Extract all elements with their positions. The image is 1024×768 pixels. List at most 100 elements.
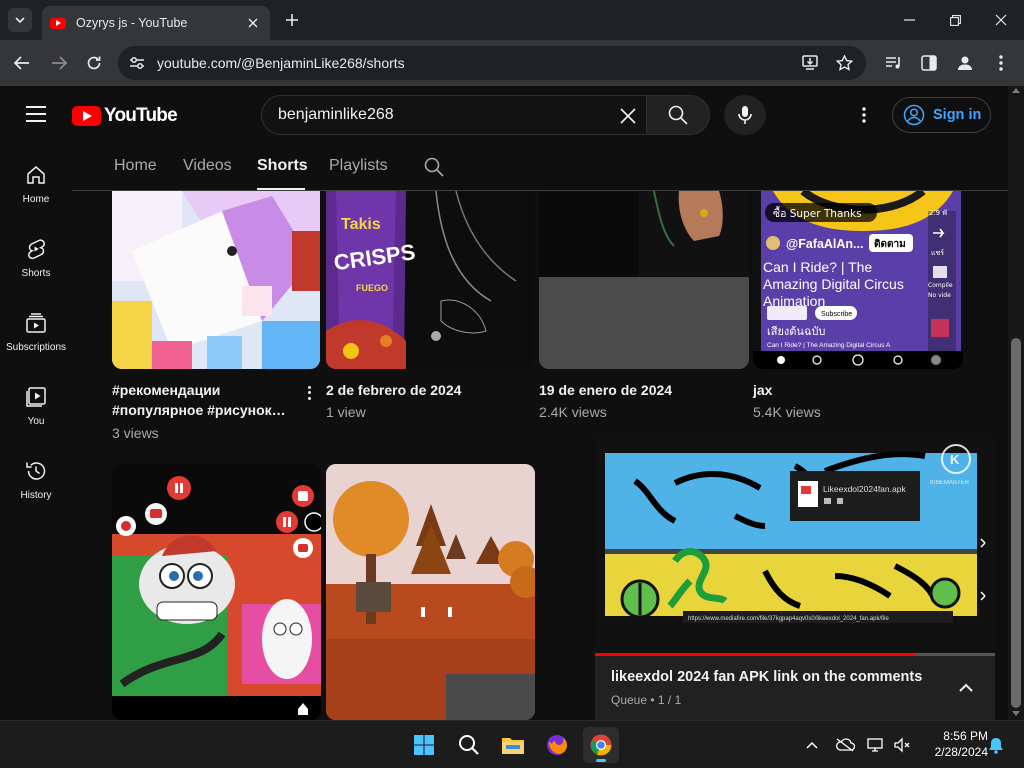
microphone-icon	[738, 106, 752, 124]
more-vertical-icon	[999, 55, 1003, 71]
scroll-up-arrow-icon[interactable]	[1012, 88, 1020, 93]
guide-item-you[interactable]: You	[0, 380, 72, 454]
guide-item-home[interactable]: Home	[0, 158, 72, 232]
tab-search-button[interactable]	[8, 8, 32, 32]
minimize-button[interactable]	[886, 0, 932, 40]
short-thumbnail-6[interactable]	[326, 464, 535, 720]
guide-label: Home	[22, 194, 50, 205]
restore-button[interactable]	[932, 0, 978, 40]
guide-item-history[interactable]: History	[0, 454, 72, 528]
start-button[interactable]	[406, 727, 442, 763]
sign-in-label: Sign in	[933, 107, 982, 123]
search-input[interactable]: benjaminlike268	[261, 95, 647, 135]
tab-close-button[interactable]	[244, 14, 262, 32]
guide-label: Shorts	[21, 268, 51, 279]
firefox-button[interactable]	[539, 727, 575, 763]
forward-button[interactable]	[47, 51, 71, 75]
chevron-up-icon	[806, 741, 818, 749]
guide-item-shorts[interactable]: Shorts	[0, 232, 72, 306]
tab-videos[interactable]: Videos	[183, 157, 232, 175]
sign-in-button[interactable]: Sign in	[892, 97, 991, 133]
short-title-1b[interactable]: #популярное #рисунок…	[112, 400, 286, 420]
settings-more-button[interactable]	[852, 103, 876, 127]
miniplayer-video[interactable]: Likeexdol2024fan.apk https://www.mediafi…	[595, 431, 995, 655]
firefox-icon	[547, 735, 567, 755]
voice-search-button[interactable]	[724, 95, 766, 135]
clear-search-button[interactable]	[616, 104, 640, 128]
mini-guide: Home Shorts Subscriptions You History	[0, 144, 72, 720]
short-title-4[interactable]: jax	[753, 380, 772, 400]
clock-date: 2/28/2024	[934, 745, 988, 759]
back-button[interactable]	[10, 51, 34, 75]
youtube-masthead: YouTube benjaminlike268 Sign in	[0, 86, 1008, 144]
short-thumbnail-5[interactable]	[112, 464, 321, 720]
miniplayer-progress-bar[interactable]	[595, 653, 995, 656]
cloud-offline-icon	[836, 738, 855, 752]
browser-tab[interactable]: Ozyrys js - YouTube	[42, 6, 270, 40]
channel-search-icon[interactable]	[423, 156, 445, 178]
takis-brand-text: Takis	[341, 216, 381, 233]
file-explorer-button[interactable]	[495, 727, 531, 763]
scrollbar-thumb[interactable]	[1011, 338, 1021, 708]
reload-button[interactable]	[82, 51, 106, 75]
onedrive-button[interactable]	[835, 735, 855, 755]
show-hidden-icons-button[interactable]	[802, 735, 822, 755]
chrome-button[interactable]	[583, 727, 619, 763]
network-button[interactable]	[866, 735, 886, 755]
chevron-up-icon[interactable]	[957, 679, 975, 697]
short-thumbnail-2[interactable]: Takis CRISPS FUEGO	[326, 191, 534, 369]
site-info-button[interactable]	[128, 54, 146, 72]
close-window-button[interactable]	[978, 0, 1024, 40]
guide-menu-button[interactable]	[26, 106, 46, 122]
media-controls-button[interactable]	[883, 52, 905, 74]
youtube-logo-icon	[72, 106, 101, 126]
thumbnail-art	[539, 191, 749, 369]
notifications-button[interactable]	[986, 735, 1006, 755]
active-tab-indicator	[257, 188, 305, 190]
close-icon	[995, 14, 1007, 26]
shorts-icon	[28, 239, 45, 260]
short-title-3[interactable]: 19 de enero de 2024	[539, 380, 672, 400]
more-vertical-icon	[862, 107, 866, 123]
tab-home[interactable]: Home	[114, 157, 157, 175]
short-title-2[interactable]: 2 de febrero de 2024	[326, 380, 461, 400]
taskbar-clock[interactable]: 8:56 PM 2/28/2024	[918, 728, 988, 760]
browser-tabstrip: Ozyrys js - YouTube	[0, 0, 1024, 40]
miniplayer[interactable]: Likeexdol2024fan.apk https://www.mediafi…	[595, 431, 995, 720]
original-sound-label: เสียงต้นฉบับ	[767, 325, 825, 338]
scroll-down-arrow-icon[interactable]	[1012, 711, 1020, 716]
short-thumbnail-3[interactable]	[539, 191, 749, 369]
short-channel-name: @FafaAlAn...	[786, 237, 863, 251]
youtube-logo[interactable]: YouTube	[72, 105, 178, 127]
rail-video: No vide	[928, 292, 951, 299]
search-query: benjaminlike268	[278, 106, 394, 123]
thumbnail-art	[112, 191, 320, 369]
chrome-menu-button[interactable]	[990, 52, 1012, 74]
new-tab-button[interactable]	[282, 10, 302, 30]
rail-likes: 2.9 พั	[929, 209, 947, 217]
install-app-button[interactable]	[802, 54, 820, 72]
taskbar-search-button[interactable]	[451, 727, 487, 763]
tab-shorts[interactable]: Shorts	[257, 157, 308, 175]
thumbnail-art	[326, 464, 535, 720]
apk-link-text: https://www.mediafire.com/file/37kgpap4a…	[688, 616, 889, 622]
short-thumbnail-1[interactable]	[112, 191, 320, 369]
guide-item-subscriptions[interactable]: Subscriptions	[0, 306, 72, 380]
miniplayer-progress-fill	[595, 653, 915, 656]
volume-button[interactable]	[892, 735, 912, 755]
search-button[interactable]	[646, 95, 710, 135]
rail-share: แชร์	[931, 249, 944, 257]
short-views-3: 2.4K views	[539, 404, 607, 420]
short-thumbnail-4[interactable]: ซื้อ Super Thanks @FafaAlAn... ติดตาม Ca…	[753, 191, 963, 369]
address-bar[interactable]: youtube.com/@BenjaminLike268/shorts	[118, 46, 866, 80]
miniplayer-title[interactable]: likeexdol 2024 fan APK link on the comme…	[611, 669, 922, 685]
plus-icon	[286, 14, 298, 26]
tab-playlists[interactable]: Playlists	[329, 157, 388, 175]
bookmark-button[interactable]	[835, 54, 853, 72]
short-menu-button[interactable]	[301, 383, 317, 403]
profile-button[interactable]	[954, 52, 976, 74]
windows-start-icon	[414, 735, 434, 755]
side-panel-button[interactable]	[918, 52, 940, 74]
page-scrollbar[interactable]	[1008, 86, 1024, 720]
short-title-1a[interactable]: #рекомендации	[112, 380, 220, 400]
